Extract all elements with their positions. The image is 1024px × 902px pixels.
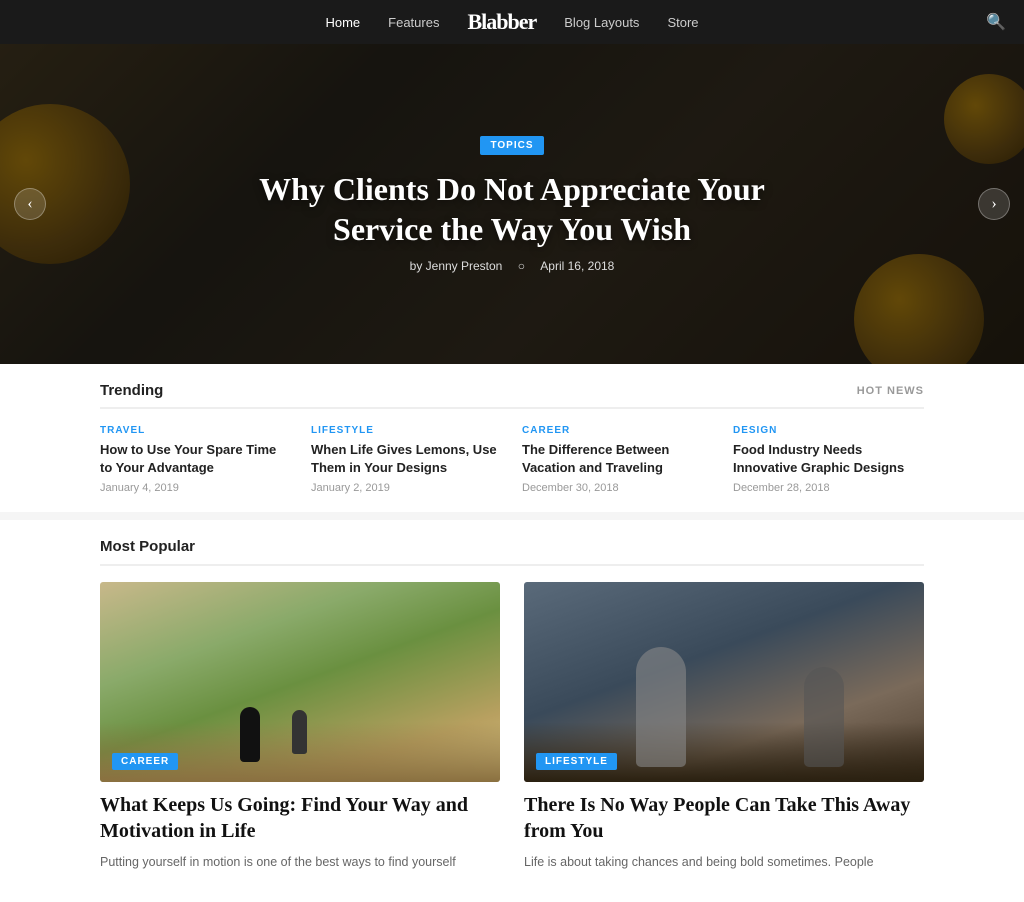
category-label: TRAVEL — [100, 425, 291, 436]
category-badge: LIFESTYLE — [536, 753, 617, 770]
nav-blog-layouts[interactable]: Blog Layouts — [564, 15, 639, 30]
nav-home[interactable]: Home — [325, 15, 360, 30]
article-title[interactable]: What Keeps Us Going: Find Your Way and M… — [100, 792, 500, 844]
category-label: DESIGN — [733, 425, 924, 436]
category-label: LIFESTYLE — [311, 425, 502, 436]
hero-date: April 16, 2018 — [540, 259, 614, 273]
nav-links: Home Features Blabber Blog Layouts Store — [325, 9, 698, 35]
category-label: CAREER — [522, 425, 713, 436]
article-image-right[interactable]: LIFESTYLE — [524, 582, 924, 782]
nav-logo[interactable]: Blabber — [467, 9, 536, 35]
hero-prev-button[interactable]: ‹ — [14, 188, 46, 220]
trending-title: Trending — [100, 382, 163, 399]
article-date: December 30, 2018 — [522, 482, 713, 494]
hero-title[interactable]: Why Clients Do Not Appreciate Your Servi… — [222, 169, 802, 249]
most-popular-title: Most Popular — [100, 538, 195, 555]
article-title[interactable]: There Is No Way People Can Take This Awa… — [524, 792, 924, 844]
hero-meta: by Jenny Preston ○ April 16, 2018 — [404, 259, 621, 273]
article-headline[interactable]: The Difference Between Vacation and Trav… — [522, 441, 713, 477]
navbar: Home Features Blabber Blog Layouts Store… — [0, 0, 1024, 44]
article-image-bg — [524, 582, 924, 782]
article-headline[interactable]: How to Use Your Spare Time to Your Advan… — [100, 441, 291, 477]
article-date: December 28, 2018 — [733, 482, 924, 494]
most-popular-grid: CAREER What Keeps Us Going: Find Your Wa… — [100, 582, 924, 872]
hero-next-button[interactable]: › — [978, 188, 1010, 220]
article-date: January 4, 2019 — [100, 482, 291, 494]
nav-features[interactable]: Features — [388, 15, 439, 30]
trending-section: Trending HOT NEWS TRAVEL How to Use Your… — [0, 364, 1024, 512]
most-popular-header: Most Popular — [100, 538, 924, 566]
search-icon[interactable]: 🔍 — [986, 12, 1006, 32]
list-item: CAREER The Difference Between Vacation a… — [522, 425, 713, 494]
article-date: January 2, 2019 — [311, 482, 502, 494]
list-item: LIFESTYLE When Life Gives Lemons, Use Th… — [311, 425, 502, 494]
hot-news-label: HOT NEWS — [857, 385, 924, 397]
trending-grid: TRAVEL How to Use Your Spare Time to You… — [100, 425, 924, 494]
article-image-bg — [100, 582, 500, 782]
hero-author: by Jenny Preston — [410, 259, 503, 273]
article-excerpt: Life is about taking chances and being b… — [524, 852, 924, 872]
most-popular-section: Most Popular CAREER What Keeps Us Going:… — [0, 512, 1024, 902]
list-item: LIFESTYLE There Is No Way People Can Tak… — [524, 582, 924, 872]
hero-banner: TOPICS Why Clients Do Not Appreciate You… — [0, 44, 1024, 364]
hero-tag[interactable]: TOPICS — [480, 136, 543, 155]
article-headline[interactable]: Food Industry Needs Innovative Graphic D… — [733, 441, 924, 477]
hero-content: TOPICS Why Clients Do Not Appreciate You… — [0, 44, 1024, 364]
nav-store[interactable]: Store — [667, 15, 698, 30]
category-badge: CAREER — [112, 753, 178, 770]
trending-header: Trending HOT NEWS — [100, 382, 924, 409]
article-image-left[interactable]: CAREER — [100, 582, 500, 782]
article-excerpt: Putting yourself in motion is one of the… — [100, 852, 500, 872]
list-item: CAREER What Keeps Us Going: Find Your Wa… — [100, 582, 500, 872]
hero-dot: ○ — [518, 259, 525, 273]
list-item: DESIGN Food Industry Needs Innovative Gr… — [733, 425, 924, 494]
article-headline[interactable]: When Life Gives Lemons, Use Them in Your… — [311, 441, 502, 477]
list-item: TRAVEL How to Use Your Spare Time to You… — [100, 425, 291, 494]
